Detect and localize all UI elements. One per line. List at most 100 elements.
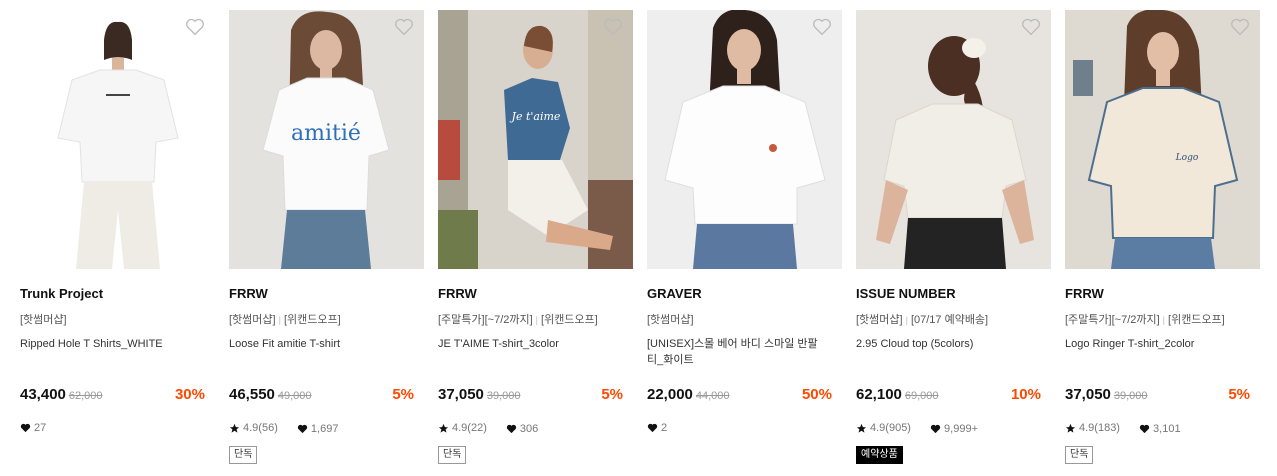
product-stats: 4.9(56) 1,697 [229, 422, 338, 437]
likes-value: 3,101 [1153, 422, 1181, 435]
product-tags: [핫썸머샵] [20, 311, 67, 327]
wishlist-heart-icon[interactable] [1230, 18, 1250, 36]
product-stats: 4.9(905) 9,999+ [856, 422, 978, 437]
heart-filled-icon [647, 423, 658, 433]
original-price: 44,000 [695, 390, 730, 402]
brand-name[interactable]: FRRW [1065, 286, 1104, 301]
tag: [핫썸머샵] [856, 314, 903, 326]
original-price: 49,000 [277, 390, 312, 402]
brand-name[interactable]: FRRW [229, 286, 268, 301]
product-stats: 4.9(183) 3,101 [1065, 422, 1181, 437]
product-card[interactable]: Logo FRRW [주말특가][~7/2까지] | [위캔드오프] Logo Ri… [1065, 10, 1260, 470]
rating: 4.9(22) [438, 422, 487, 434]
discount-rate: 5% [1228, 386, 1250, 403]
brand-name[interactable]: FRRW [438, 286, 477, 301]
exclusive-badge: 단독 [438, 446, 467, 464]
likes-value: 27 [34, 422, 47, 434]
exclusive-badge: 단독 [229, 446, 258, 464]
rating-value: 4.9(22) [452, 422, 487, 434]
price-row: 46,550 49,000 5% [229, 386, 414, 406]
heart-filled-icon [1139, 424, 1150, 433]
likes-count: 1,697 [297, 423, 338, 435]
likes-value: 306 [519, 422, 539, 435]
wishlist-heart-icon[interactable] [603, 18, 623, 36]
tag: [핫썸머샵] [20, 314, 67, 326]
likes-count: 2 [647, 422, 667, 434]
likes-value: 9,999+ [944, 422, 978, 435]
product-stats: 27 [20, 422, 46, 436]
product-name[interactable]: [UNISEX]스몰 베어 바디 스마일 반팔티_화이트 [647, 336, 822, 368]
product-image[interactable]: Je t'aime [438, 10, 633, 269]
product-stats: 2 [647, 422, 667, 436]
price-row: 43,400 62,000 30% [20, 386, 205, 406]
product-card[interactable]: ISSUE NUMBER [핫썸머샵] | [07/17 예약배송] 2.95 Cl… [856, 10, 1051, 470]
product-tags: [주말특가][~7/2까지] | [위캔드오프] [438, 311, 598, 327]
tag-separator: | [905, 315, 908, 325]
product-stats: 4.9(22) 306 [438, 422, 538, 437]
tag: [위캔드오프] [541, 314, 598, 326]
sale-price: 43,400 [20, 386, 66, 403]
product-image[interactable]: Logo [1065, 10, 1260, 269]
star-icon [229, 423, 240, 433]
original-price: 69,000 [904, 390, 939, 402]
tag: [주말특가][~7/2까지] [1065, 314, 1160, 326]
product-image[interactable] [856, 10, 1051, 269]
product-image[interactable] [20, 10, 215, 269]
rating-value: 4.9(56) [243, 422, 278, 434]
product-card[interactable]: Je t'aime FRRW [주말특가][~7/2까지] | [위캔드오프] JE… [438, 10, 633, 470]
product-photo [856, 10, 1051, 269]
tag-separator: | [1162, 315, 1166, 325]
product-photo: amitié [229, 10, 424, 269]
rating: 4.9(183) [1065, 422, 1120, 434]
product-image[interactable] [647, 10, 842, 269]
discount-rate: 50% [801, 386, 832, 403]
price-row: 37,050 39,000 5% [438, 386, 623, 406]
wishlist-heart-icon[interactable] [1021, 18, 1041, 36]
svg-text:Je t'aime: Je t'aime [510, 110, 561, 123]
wishlist-heart-icon[interactable] [185, 18, 205, 36]
product-grid: Trunk Project [핫썸머샵] Ripped Hole T Shirt… [0, 0, 1277, 476]
product-photo: Logo [1065, 10, 1260, 269]
product-tags: [핫썸머샵] [647, 311, 694, 327]
tag: [위캔드오프] [283, 314, 341, 326]
tag-separator: | [278, 315, 281, 325]
product-tags: [주말특가][~7/2까지] | [위캔드오프] [1065, 311, 1225, 327]
price-row: 22,000 44,000 50% [647, 386, 832, 406]
rating-value: 4.9(183) [1079, 422, 1120, 434]
wishlist-heart-icon[interactable] [812, 18, 832, 36]
likes-count: 3,101 [1139, 423, 1181, 435]
tag: [핫썸머샵] [229, 314, 276, 326]
product-image[interactable]: amitié [229, 10, 424, 269]
exclusive-badge: 단독 [1065, 446, 1094, 464]
product-tags: [핫썸머샵] | [07/17 예약배송] [856, 311, 988, 327]
brand-name[interactable]: Trunk Project [20, 286, 103, 301]
brand-name[interactable]: GRAVER [647, 286, 702, 301]
svg-text:Logo: Logo [1175, 153, 1199, 163]
tag: [07/17 예약배송] [910, 314, 989, 326]
heart-filled-icon [930, 424, 941, 433]
product-card[interactable]: GRAVER [핫썸머샵] [UNISEX]스몰 베어 바디 스마일 반팔티_화… [647, 10, 842, 470]
product-photo: Je t'aime [438, 10, 633, 269]
discount-rate: 5% [392, 386, 414, 403]
discount-rate: 30% [174, 386, 205, 403]
wishlist-heart-icon[interactable] [394, 18, 414, 36]
product-card[interactable]: amitié FRRW [핫썸머샵] | [위캔드오프] Loose Fit ami… [229, 10, 424, 470]
product-name[interactable]: Ripped Hole T Shirts_WHITE [20, 336, 195, 352]
discount-rate: 5% [601, 386, 623, 403]
product-name[interactable]: 2.95 Cloud top (5colors) [856, 336, 1031, 352]
product-card[interactable]: Trunk Project [핫썸머샵] Ripped Hole T Shirt… [20, 10, 215, 470]
product-name[interactable]: JE T'AIME T-shirt_3color [438, 336, 613, 352]
sale-price: 37,050 [1065, 386, 1111, 403]
product-tags: [핫썸머샵] | [위캔드오프] [229, 311, 341, 327]
star-icon [856, 423, 867, 433]
brand-name[interactable]: ISSUE NUMBER [856, 286, 956, 301]
tag: [핫썸머샵] [647, 314, 694, 326]
original-price: 39,000 [1113, 390, 1148, 402]
heart-filled-icon [20, 423, 31, 433]
discount-rate: 10% [1010, 386, 1041, 403]
tag: [위캔드오프] [1168, 314, 1225, 326]
product-name[interactable]: Logo Ringer T-shirt_2color [1065, 336, 1240, 352]
product-name[interactable]: Loose Fit amitie T-shirt [229, 336, 404, 352]
preorder-badge: 예약상품 [856, 446, 903, 464]
original-price: 39,000 [486, 390, 521, 402]
